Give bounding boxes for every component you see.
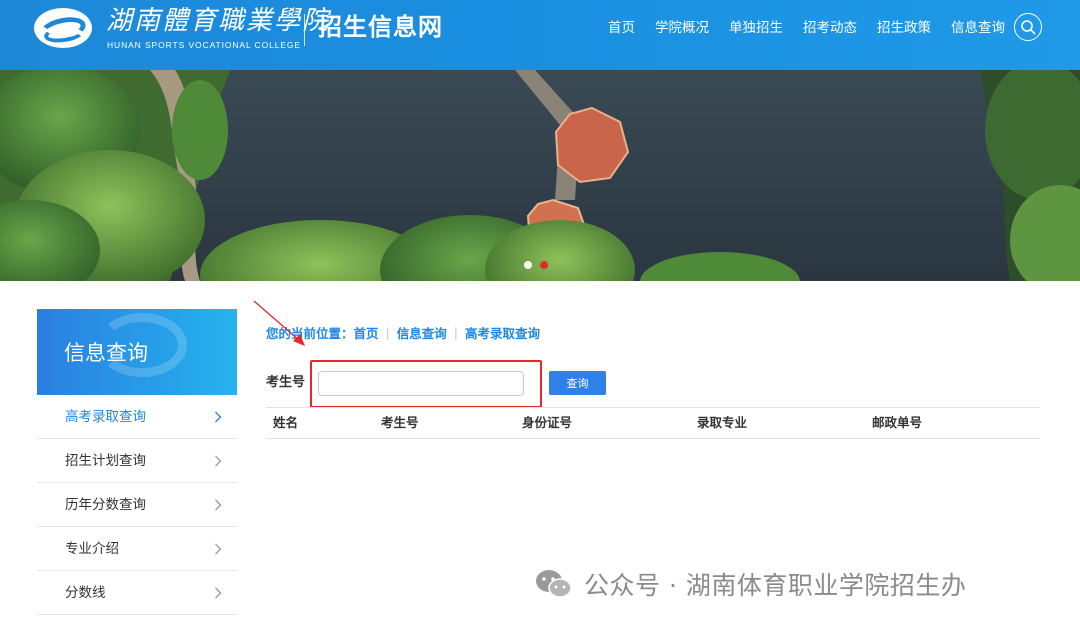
banner-image [0,70,1080,281]
breadcrumb-home[interactable]: 首页 [354,323,379,342]
table-header-id-number: 身份证号 [522,415,573,430]
table-header-major: 录取专业 [697,415,748,430]
chevron-right-icon [215,587,222,599]
search-icon [1021,20,1036,35]
exam-number-label: 考生号 [266,375,306,390]
sidebar-item-label: 招生计划查询 [65,453,146,469]
nav-item-independent-enrollment[interactable]: 单独招生 [729,14,783,42]
table-header-tracking-number: 邮政单号 [872,415,923,430]
chevron-right-icon [215,499,222,511]
nav-item-exam-news[interactable]: 招考动态 [803,14,857,42]
chevron-right-icon [215,543,222,555]
sidebar-item-majors[interactable]: 专业介绍 [37,527,237,571]
table-header-name: 姓名 [273,415,299,430]
search-button[interactable] [1014,13,1042,41]
sidebar-item-past-scores[interactable]: 历年分数查询 [37,483,237,527]
sidebar-item-label: 历年分数查询 [65,497,146,513]
banner-pagination [524,261,548,269]
banner-dot-1[interactable] [524,261,532,269]
breadcrumb-admission-query[interactable]: 高考录取查询 [465,323,540,342]
nav-item-home[interactable]: 首页 [608,14,635,42]
watermark-text: 公众号 · 湖南体育职业学院招生办 [584,571,967,600]
chevron-right-icon [215,455,222,467]
breadcrumb: 您的当前位置： 首页 | 信息查询 | 高考录取查询 [266,322,540,342]
exam-number-input[interactable] [318,371,524,396]
site-header: 湖南體育職業學院 HUNAN SPORTS VOCATIONAL COLLEGE… [0,0,1080,70]
sidebar-item-enrollment-plan[interactable]: 招生计划查询 [37,439,237,483]
sidebar-item-cutoff-scores[interactable]: 分数线 [37,571,237,615]
sidebar-item-label: 分数线 [65,585,106,601]
breadcrumb-separator: | [385,324,390,340]
chevron-right-icon [215,411,222,423]
main-nav: 首页 学院概况 单独招生 招考动态 招生政策 信息查询 [598,14,1015,42]
sidebar-title: 信息查询 [64,341,148,365]
hero-banner [0,70,1080,281]
sidebar-item-label: 高考录取查询 [65,409,146,425]
query-button[interactable]: 查询 [549,371,606,395]
nav-item-about[interactable]: 学院概况 [655,14,709,42]
wechat-watermark: 公众号 · 湖南体育职业学院招生办 [534,564,966,604]
nav-item-info-query[interactable]: 信息查询 [951,14,1005,42]
college-logo-icon[interactable] [34,8,92,48]
results-table: 姓名 考生号 身份证号 录取专业 邮政单号 [266,407,1040,439]
table-header-exam-number: 考生号 [381,415,419,430]
breadcrumb-info-query[interactable]: 信息查询 [397,323,447,342]
sidebar-item-admission-query[interactable]: 高考录取查询 [37,395,237,439]
logo-divider [304,14,305,46]
sidebar-item-label: 专业介绍 [65,541,119,557]
breadcrumb-prefix: 您的当前位置： [266,325,354,341]
wechat-icon [536,570,572,598]
site-title: 招生信息网 [318,13,443,41]
sidebar-title-panel: 信息查询 [37,309,237,395]
breadcrumb-separator: | [453,324,458,340]
logo-english-name: HUNAN SPORTS VOCATIONAL COLLEGE [107,40,302,50]
banner-dot-2[interactable] [540,261,548,269]
nav-item-policy[interactable]: 招生政策 [877,14,931,42]
logo-chinese-name[interactable]: 湖南體育職業學院 [106,6,328,36]
sidebar-menu: 高考录取查询 招生计划查询 历年分数查询 专业介绍 分数线 [37,395,237,615]
